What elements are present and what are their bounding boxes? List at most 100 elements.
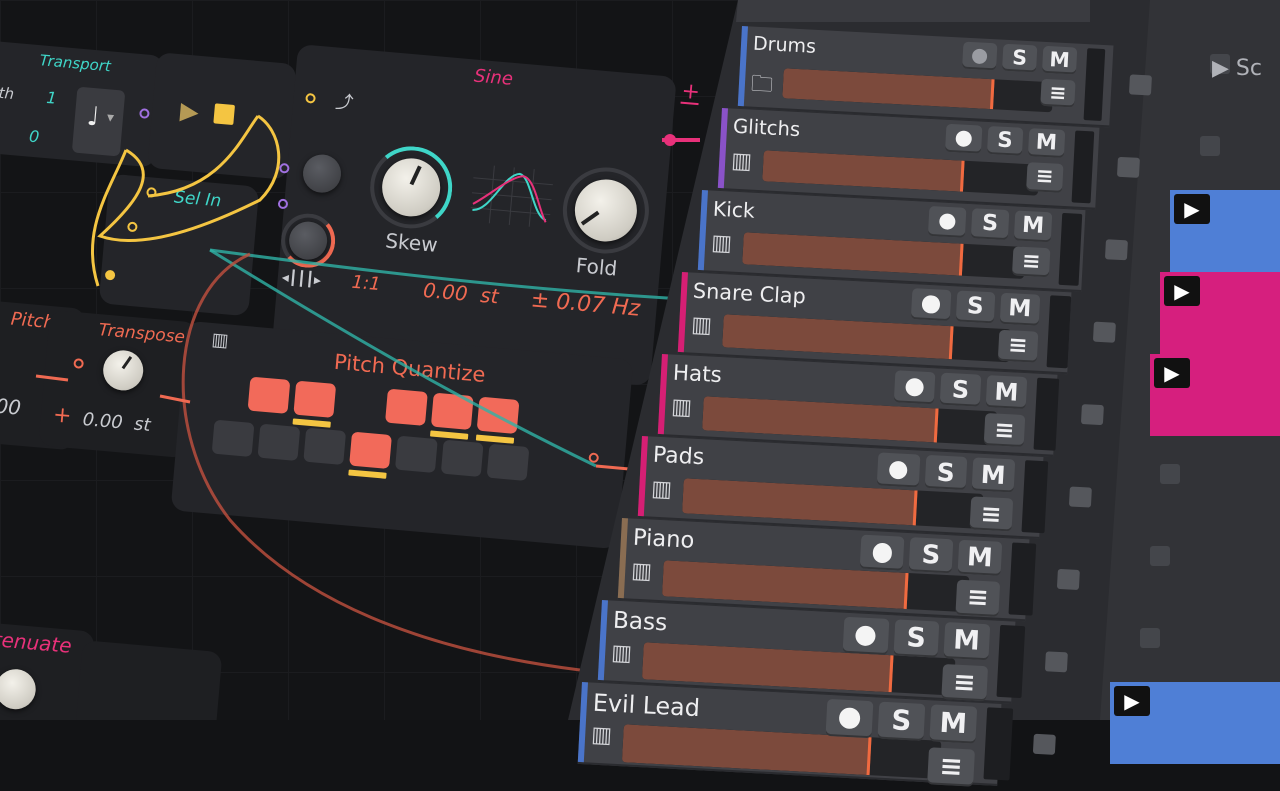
piano-icon: ▥ (670, 394, 693, 421)
level-meter (1033, 377, 1060, 451)
mute-button[interactable]: M (985, 375, 1028, 410)
empty-clip-slot[interactable] (1150, 546, 1170, 566)
solo-button[interactable]: S (877, 701, 926, 741)
record-dot-icon (921, 295, 940, 314)
hamburger-menu-icon[interactable]: ≡ (1040, 78, 1076, 108)
level-meter (1071, 130, 1094, 204)
fader-handle[interactable] (960, 160, 966, 192)
record-arm-button[interactable] (910, 288, 951, 321)
piano-icon: ▥ (710, 230, 733, 257)
piano-icon: ▥ (650, 476, 673, 503)
hamburger-menu-icon[interactable]: ≡ (927, 747, 976, 787)
hamburger-menu-icon[interactable]: ≡ (955, 580, 1001, 617)
clip-slot-stop[interactable] (1092, 321, 1116, 343)
record-dot-icon (888, 460, 909, 480)
fader-handle[interactable] (912, 490, 918, 526)
scene-label: Sc (1235, 56, 1262, 81)
level-meter (983, 707, 1014, 781)
mute-button[interactable]: M (943, 621, 990, 660)
folder-icon: 🗀 (750, 71, 774, 98)
track-name[interactable]: Bass (612, 607, 668, 637)
record-dot-icon (838, 707, 861, 730)
clip-slot-stop[interactable] (1128, 74, 1152, 96)
launcher-clip[interactable]: ▶ (1170, 190, 1280, 272)
clip-play-button[interactable]: ▶ (1164, 276, 1200, 306)
level-meter (995, 624, 1025, 699)
fader-handle[interactable] (903, 572, 909, 610)
track-name[interactable]: Pads (652, 443, 704, 471)
track-name[interactable]: Drums (753, 33, 817, 58)
hamburger-menu-icon[interactable]: ≡ (1011, 245, 1051, 278)
track-name[interactable]: Piano (632, 525, 695, 554)
solo-button[interactable]: S (939, 372, 982, 407)
record-dot-icon (855, 625, 877, 647)
record-dot-icon (971, 48, 988, 65)
solo-button[interactable]: S (970, 208, 1010, 240)
level-meter (1058, 212, 1083, 286)
clip-slot-stop[interactable] (1068, 486, 1092, 508)
launcher-clip[interactable]: ▶ (1150, 354, 1280, 436)
scene-launch-button[interactable]: ▶ Sc (1212, 56, 1262, 81)
clip-play-button[interactable]: ▶ (1154, 358, 1190, 388)
solo-button[interactable]: S (955, 290, 996, 324)
clip-slot-stop[interactable] (1056, 568, 1080, 591)
mute-button[interactable]: M (1013, 210, 1053, 242)
fader-handle[interactable] (949, 326, 954, 360)
solo-button[interactable]: S (1002, 43, 1038, 73)
record-dot-icon (938, 212, 956, 231)
hamburger-menu-icon[interactable]: ≡ (983, 413, 1026, 448)
clip-slot-stop[interactable] (1104, 239, 1128, 261)
clip-play-button[interactable]: ▶ (1114, 686, 1150, 716)
mute-button[interactable]: M (1041, 45, 1078, 75)
clip-play-button[interactable]: ▶ (1174, 194, 1210, 224)
solo-button[interactable]: S (986, 125, 1024, 157)
launcher-clip[interactable]: ▶ (1110, 682, 1280, 764)
solo-button[interactable]: S (908, 537, 954, 574)
launcher-clip[interactable]: ▶ (1160, 272, 1280, 354)
record-arm-button[interactable] (927, 205, 967, 238)
record-dot-icon (905, 377, 925, 397)
mute-button[interactable]: M (929, 704, 978, 744)
fader-handle[interactable] (958, 243, 964, 276)
track-name[interactable]: Evil Lead (592, 689, 700, 723)
hamburger-menu-icon[interactable]: ≡ (941, 663, 988, 702)
record-dot-icon (871, 542, 893, 564)
clip-slot-stop[interactable] (1080, 404, 1104, 426)
level-meter (1008, 542, 1037, 616)
fader-handle[interactable] (989, 79, 995, 110)
mute-button[interactable]: M (1027, 128, 1065, 159)
record-arm-button[interactable] (859, 534, 905, 572)
empty-clip-slot[interactable] (1140, 628, 1160, 648)
mute-button[interactable]: M (971, 457, 1015, 493)
record-arm-button[interactable] (825, 698, 874, 739)
clip-slot-stop[interactable] (1032, 733, 1056, 755)
hamburger-menu-icon[interactable]: ≡ (1026, 162, 1064, 193)
empty-clip-slot[interactable] (1200, 136, 1220, 156)
record-arm-button[interactable] (944, 123, 982, 154)
clip-slot-stop[interactable] (1116, 156, 1140, 178)
piano-icon: ▥ (590, 722, 613, 749)
mixer-panel[interactable]: Drums 🗀 S M ≡ Glitchs ▥ S M ≡ Kick ▥ S M ≡ Snare Clap ▥ S… (0, 0, 1280, 787)
mute-button[interactable]: M (957, 539, 1003, 577)
track-name[interactable]: Glitchs (732, 115, 800, 141)
level-meter (1083, 48, 1106, 121)
empty-clip-slot[interactable] (1160, 464, 1180, 484)
record-arm-button[interactable] (876, 452, 920, 488)
mute-button[interactable]: M (999, 292, 1040, 326)
fader-handle[interactable] (866, 737, 872, 776)
solo-button[interactable]: S (893, 619, 940, 658)
fader-handle[interactable] (933, 408, 939, 443)
piano-icon: ▥ (730, 148, 753, 175)
piano-icon: ▥ (690, 312, 713, 339)
solo-button[interactable]: S (924, 454, 968, 491)
hamburger-menu-icon[interactable]: ≡ (997, 329, 1038, 363)
record-arm-button[interactable] (842, 616, 889, 655)
track-name[interactable]: Kick (712, 197, 755, 223)
record-arm-button[interactable] (962, 41, 998, 71)
fader-handle[interactable] (888, 655, 894, 693)
record-arm-button[interactable] (893, 370, 936, 405)
level-meter (1046, 295, 1071, 369)
hamburger-menu-icon[interactable]: ≡ (969, 496, 1013, 532)
clip-slot-stop[interactable] (1044, 651, 1068, 673)
track-name[interactable]: Hats (672, 361, 722, 389)
